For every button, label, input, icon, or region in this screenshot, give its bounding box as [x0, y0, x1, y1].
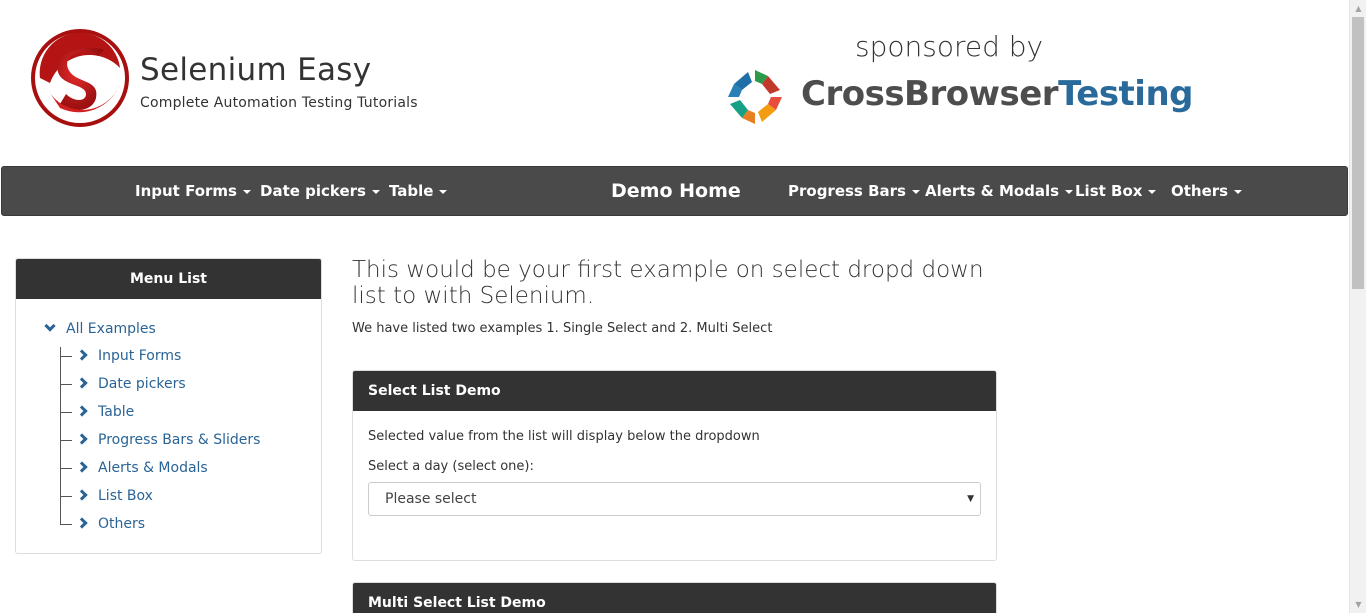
- tree-branch: [60, 383, 72, 385]
- panel-title: Select List Demo: [353, 371, 996, 411]
- multi-select-panel: Multi Select List Demo: [352, 582, 997, 613]
- nav-others[interactable]: Others: [1171, 167, 1243, 215]
- caret-down-icon: [911, 189, 920, 194]
- caret-down-icon: [242, 189, 251, 194]
- tree-branch: [60, 523, 72, 525]
- tree-item-list-box[interactable]: List Box: [60, 488, 153, 508]
- scroll-up-icon[interactable]: ▲: [1350, 0, 1366, 17]
- scrollbar-thumb[interactable]: [1352, 17, 1364, 289]
- caret-down-icon: [1065, 189, 1074, 194]
- tree-branch: [60, 411, 72, 413]
- nav-alerts-modals[interactable]: Alerts & Modals: [925, 167, 1074, 215]
- nav-label: Table: [389, 182, 434, 200]
- caret-down-icon: [439, 189, 448, 194]
- chevron-right-icon: [76, 433, 88, 445]
- sidebar-menu: Menu List All Examples Input Forms Date …: [15, 258, 322, 554]
- nav-date-pickers[interactable]: Date pickers: [260, 167, 380, 215]
- day-select-dropdown[interactable]: Please select ▼: [368, 482, 981, 516]
- nav-label: Input Forms: [135, 182, 237, 200]
- page-title: This would be your first example on sele…: [352, 257, 984, 309]
- page-scrollbar[interactable]: ▲ ▼: [1349, 0, 1366, 613]
- chevron-right-icon: [76, 461, 88, 473]
- tree-item-label: Others: [98, 516, 146, 532]
- tree-item-label: All Examples: [66, 321, 156, 337]
- brand-subtitle: Complete Automation Testing Tutorials: [140, 95, 418, 111]
- nav-input-forms[interactable]: Input Forms: [135, 167, 251, 215]
- tree-item-alerts-modals[interactable]: Alerts & Modals: [60, 460, 208, 480]
- scroll-down-icon[interactable]: ▼: [1350, 596, 1366, 613]
- tree-branch: [60, 439, 72, 441]
- nav-label: Date pickers: [260, 182, 366, 200]
- sponsor-name-part2: Testing: [1058, 74, 1194, 114]
- select-day-label: Select a day (select one):: [368, 459, 534, 474]
- crossbrowsertesting-logo-icon[interactable]: [724, 66, 786, 128]
- sidebar-title: Menu List: [16, 259, 321, 299]
- nav-list-box[interactable]: List Box: [1075, 167, 1157, 215]
- caret-down-icon: [371, 189, 380, 194]
- tree-item-date-pickers[interactable]: Date pickers: [60, 376, 186, 396]
- tree-item-progress-bars[interactable]: Progress Bars & Sliders: [60, 432, 260, 452]
- tree-branch: [60, 355, 72, 357]
- tree-item-label: Date pickers: [98, 376, 186, 392]
- panel-title: Multi Select List Demo: [353, 583, 996, 613]
- panel-info-text: Selected value from the list will displa…: [368, 429, 760, 444]
- sponsor-label: sponsored by: [855, 30, 1044, 63]
- nav-progress-bars[interactable]: Progress Bars: [788, 167, 920, 215]
- chevron-down-icon: [44, 320, 56, 332]
- tree-branch: [60, 495, 72, 497]
- tree-item-label: Input Forms: [98, 348, 182, 364]
- site-header: Selenium Easy Complete Automation Testin…: [0, 0, 1349, 165]
- nav-label: Progress Bars: [788, 182, 906, 200]
- caret-down-icon: [1234, 189, 1243, 194]
- tree-item-others[interactable]: Others: [60, 516, 145, 536]
- page-description: We have listed two examples 1. Single Se…: [352, 321, 773, 336]
- brand-title[interactable]: Selenium Easy: [140, 52, 371, 88]
- selenium-easy-logo-icon[interactable]: [30, 28, 130, 128]
- caret-down-icon: [1148, 189, 1157, 194]
- sponsor-name[interactable]: CrossBrowserTesting: [801, 74, 1194, 114]
- nav-label: List Box: [1075, 182, 1143, 200]
- chevron-right-icon: [76, 517, 88, 529]
- nav-table[interactable]: Table: [389, 167, 448, 215]
- tree-item-input-forms[interactable]: Input Forms: [60, 348, 181, 368]
- chevron-right-icon: [76, 349, 88, 361]
- nav-label: Alerts & Modals: [925, 182, 1060, 200]
- select-list-panel: Select List Demo Selected value from the…: [352, 370, 997, 561]
- tree-item-label: Alerts & Modals: [98, 460, 208, 476]
- chevron-right-icon: [76, 489, 88, 501]
- dropdown-arrow-icon: ▼: [967, 494, 974, 504]
- tree-item-label: Table: [98, 404, 135, 420]
- chevron-right-icon: [76, 377, 88, 389]
- chevron-right-icon: [76, 405, 88, 417]
- sponsor-name-part1: CrossBrowser: [801, 74, 1059, 114]
- tree-item-label: List Box: [98, 488, 153, 504]
- main-navbar: Input Forms Date pickers Table Demo Home…: [1, 166, 1348, 216]
- select-value: Please select: [385, 491, 477, 507]
- nav-demo-home[interactable]: Demo Home: [611, 167, 741, 215]
- nav-label: Others: [1171, 182, 1229, 200]
- tree-item-table[interactable]: Table: [60, 404, 134, 424]
- tree-item-label: Progress Bars & Sliders: [98, 432, 261, 448]
- tree-item-all-examples[interactable]: All Examples: [44, 320, 156, 337]
- tree-branch: [60, 467, 72, 469]
